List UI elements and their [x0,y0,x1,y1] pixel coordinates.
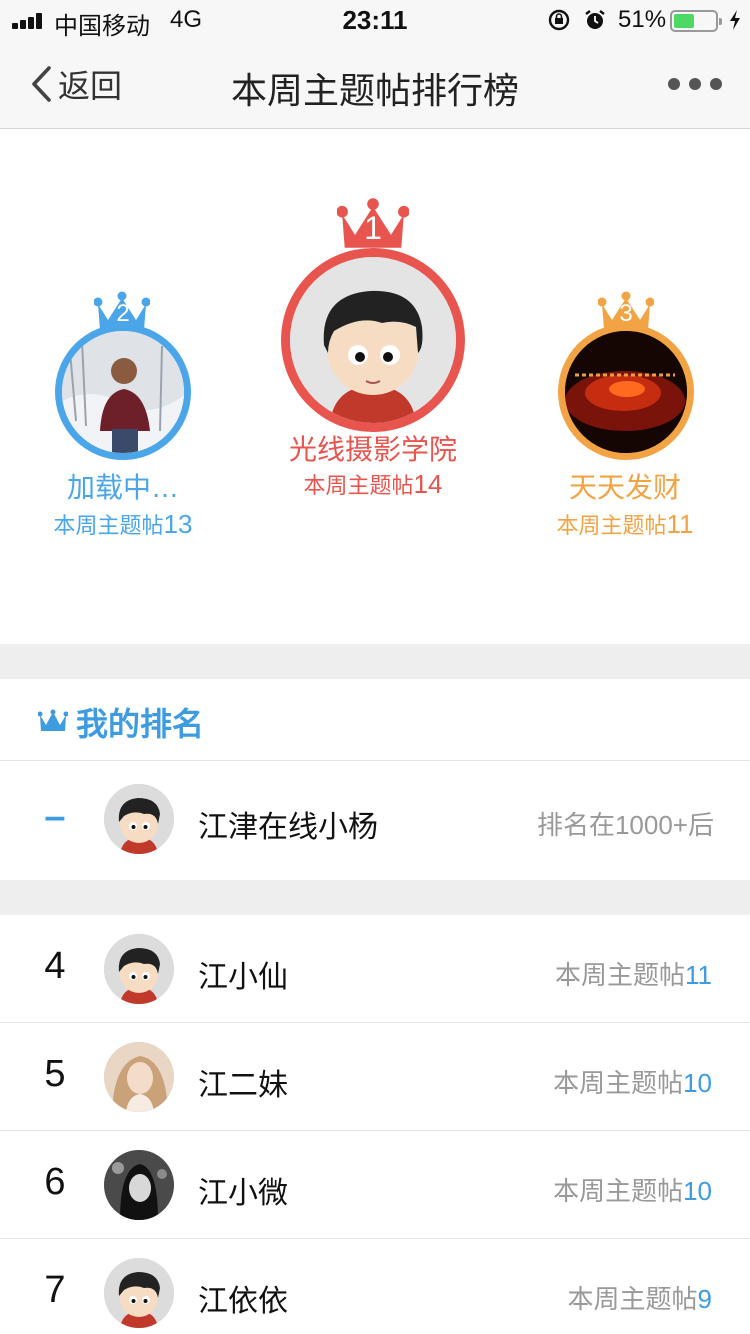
nav-bar: 返回 本周主题帖排行榜 [0,40,750,129]
crown-icon [38,709,68,731]
podium-name: 光线摄影学院 [288,434,457,465]
user-name: 江依依 [198,1285,288,1318]
count-label: 本周主题帖 [556,513,667,538]
user-name: 江小微 [198,1177,288,1210]
rank-number: 6 [44,1161,66,1203]
post-count: 本周主题帖9 [568,1279,712,1316]
avatar [104,1258,174,1328]
avatar [104,1042,174,1112]
rank-status: 排名在1000+后 [536,810,714,840]
section-divider [0,880,750,915]
battery-percent: 51% [618,6,667,33]
more-icon[interactable] [668,76,722,92]
podium-third[interactable]: 3 天天发财 本周主题帖11 [542,290,708,540]
list-item[interactable]: 7 江依依 本周主题帖9 [0,1239,750,1334]
avatar [104,934,174,1004]
avatar [104,1150,174,1220]
podium-count: 本周主题帖11 [542,508,708,540]
count-value: 14 [413,469,443,499]
list-item[interactable]: 6 江小微 本周主题帖10 [0,1131,750,1239]
rotation-lock-icon [548,9,570,31]
post-count: 本周主题帖11 [555,955,712,992]
avatar [558,324,694,460]
count-label: 本周主题帖 [553,1068,684,1098]
rank-number: 5 [44,1053,66,1095]
podium-second[interactable]: 2 加载中… 本周主题帖13 [40,290,206,540]
count-label: 本周主题帖 [554,960,685,990]
rank-number: 1 [364,210,382,246]
rank-number: 4 [44,945,66,987]
avatar [104,784,174,854]
podium-count: 本周主题帖13 [40,508,206,540]
podium-name: 加载中… [66,472,179,503]
section-divider [0,644,750,679]
count-label: 本周主题帖 [53,513,164,538]
page-title: 本周主题帖排行榜 [230,70,519,111]
count-value: 13 [163,509,193,539]
list-item[interactable]: 5 江二妹 本周主题帖10 [0,1023,750,1131]
podium-count: 本周主题帖14 [270,468,476,500]
count-value: 11 [666,509,694,539]
my-ranking-row[interactable]: – 江津在线小杨 排名在1000+后 [0,762,750,880]
count-value: 10 [683,1068,712,1098]
user-name: 江津在线小杨 [198,811,378,844]
rank-number: – [44,796,66,838]
post-count: 本周主题帖10 [553,1171,712,1208]
rank-number: 7 [44,1269,66,1311]
avatar [281,248,465,432]
post-count: 本周主题帖10 [553,1063,712,1100]
user-name: 江小仙 [198,961,288,994]
my-ranking-header: 我的排名 [0,679,750,761]
podium-name: 天天发财 [568,472,681,503]
count-value: 9 [697,1284,712,1314]
my-ranking-title: 我的排名 [76,706,205,742]
user-name: 江二妹 [198,1069,288,1102]
count-label: 本周主题帖 [303,473,414,498]
alarm-icon [585,10,605,29]
podium: 2 加载中… 本周主题帖13 1 光线摄影学院 本周主题帖14 3 天天发财 本… [0,130,750,644]
battery-icon [670,10,722,32]
count-value: 10 [683,1176,712,1206]
count-value: 11 [685,960,712,990]
list-item[interactable]: 4 江小仙 本周主题帖11 [0,915,750,1023]
count-label: 本周主题帖 [553,1176,684,1206]
count-label: 本周主题帖 [567,1284,698,1314]
podium-first[interactable]: 1 光线摄影学院 本周主题帖14 [270,196,476,499]
status-bar: 中国移动 4G 23:11 51% [0,0,750,40]
charging-icon [730,10,740,30]
avatar [55,324,191,460]
